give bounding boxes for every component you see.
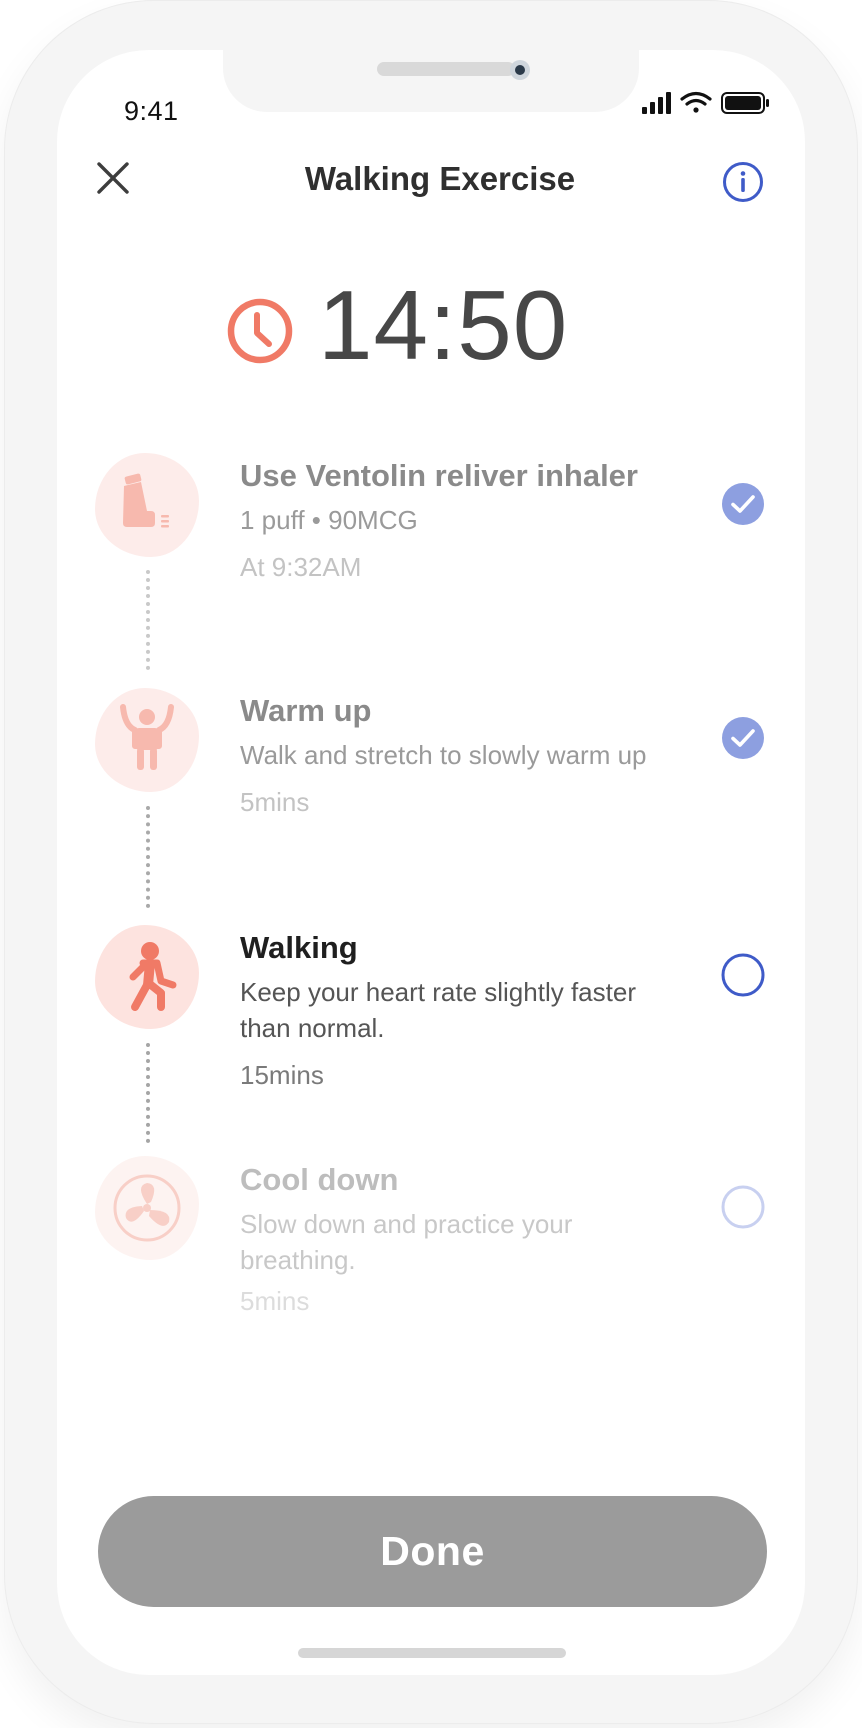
page-title: Walking Exercise	[304, 160, 576, 197]
close-icon[interactable]	[96, 161, 130, 195]
timeline-connector	[146, 1043, 150, 1143]
clock-icon	[227, 298, 293, 364]
done-button[interactable]: Done	[98, 1496, 767, 1607]
front-camera	[510, 60, 530, 80]
step-description: Keep your heart rate slightly faster tha…	[240, 977, 636, 1043]
timeline-connector	[146, 570, 150, 670]
step-title: Cool down	[240, 1162, 399, 1197]
step-title: Walking	[240, 930, 358, 965]
step-icon-warm-up	[95, 688, 199, 792]
fan-icon	[113, 1174, 181, 1242]
step-time: 5mins	[240, 787, 310, 817]
radio-circle[interactable]	[721, 1185, 765, 1229]
step-title: Use Ventolin reliver inhaler	[240, 458, 638, 493]
battery-icon	[721, 92, 769, 114]
step-time: At 9:32AM	[240, 552, 362, 582]
check-icon[interactable]	[721, 482, 765, 526]
check-icon[interactable]	[721, 716, 765, 760]
status-icons	[642, 91, 769, 114]
step-description: 1 puff • 90MCG	[240, 505, 418, 535]
timeline-connector	[146, 806, 150, 908]
info-icon[interactable]	[722, 161, 764, 203]
inhaler-icon	[123, 473, 169, 528]
countdown-timer: 14:50	[318, 270, 569, 380]
step-description: Slow down and practice your breathing.	[240, 1209, 573, 1275]
step-icon-walking	[95, 925, 199, 1029]
cellular-signal-icon	[642, 92, 671, 114]
step-icon-inhaler	[95, 453, 199, 557]
step-icon-cool-down	[95, 1156, 199, 1260]
wifi-icon	[680, 91, 712, 113]
speaker-grille	[377, 62, 515, 76]
warm-up-person-icon	[120, 704, 174, 770]
home-indicator[interactable]	[298, 1648, 566, 1658]
step-title: Warm up	[240, 693, 372, 728]
status-time: 9:41	[124, 96, 179, 126]
step-time: 15mins	[240, 1060, 324, 1090]
step-time: 5mins	[240, 1286, 310, 1316]
step-description: Walk and stretch to slowly warm up	[240, 740, 647, 770]
walking-person-icon	[129, 942, 177, 1011]
device-notch	[223, 50, 639, 112]
radio-circle[interactable]	[721, 953, 765, 997]
